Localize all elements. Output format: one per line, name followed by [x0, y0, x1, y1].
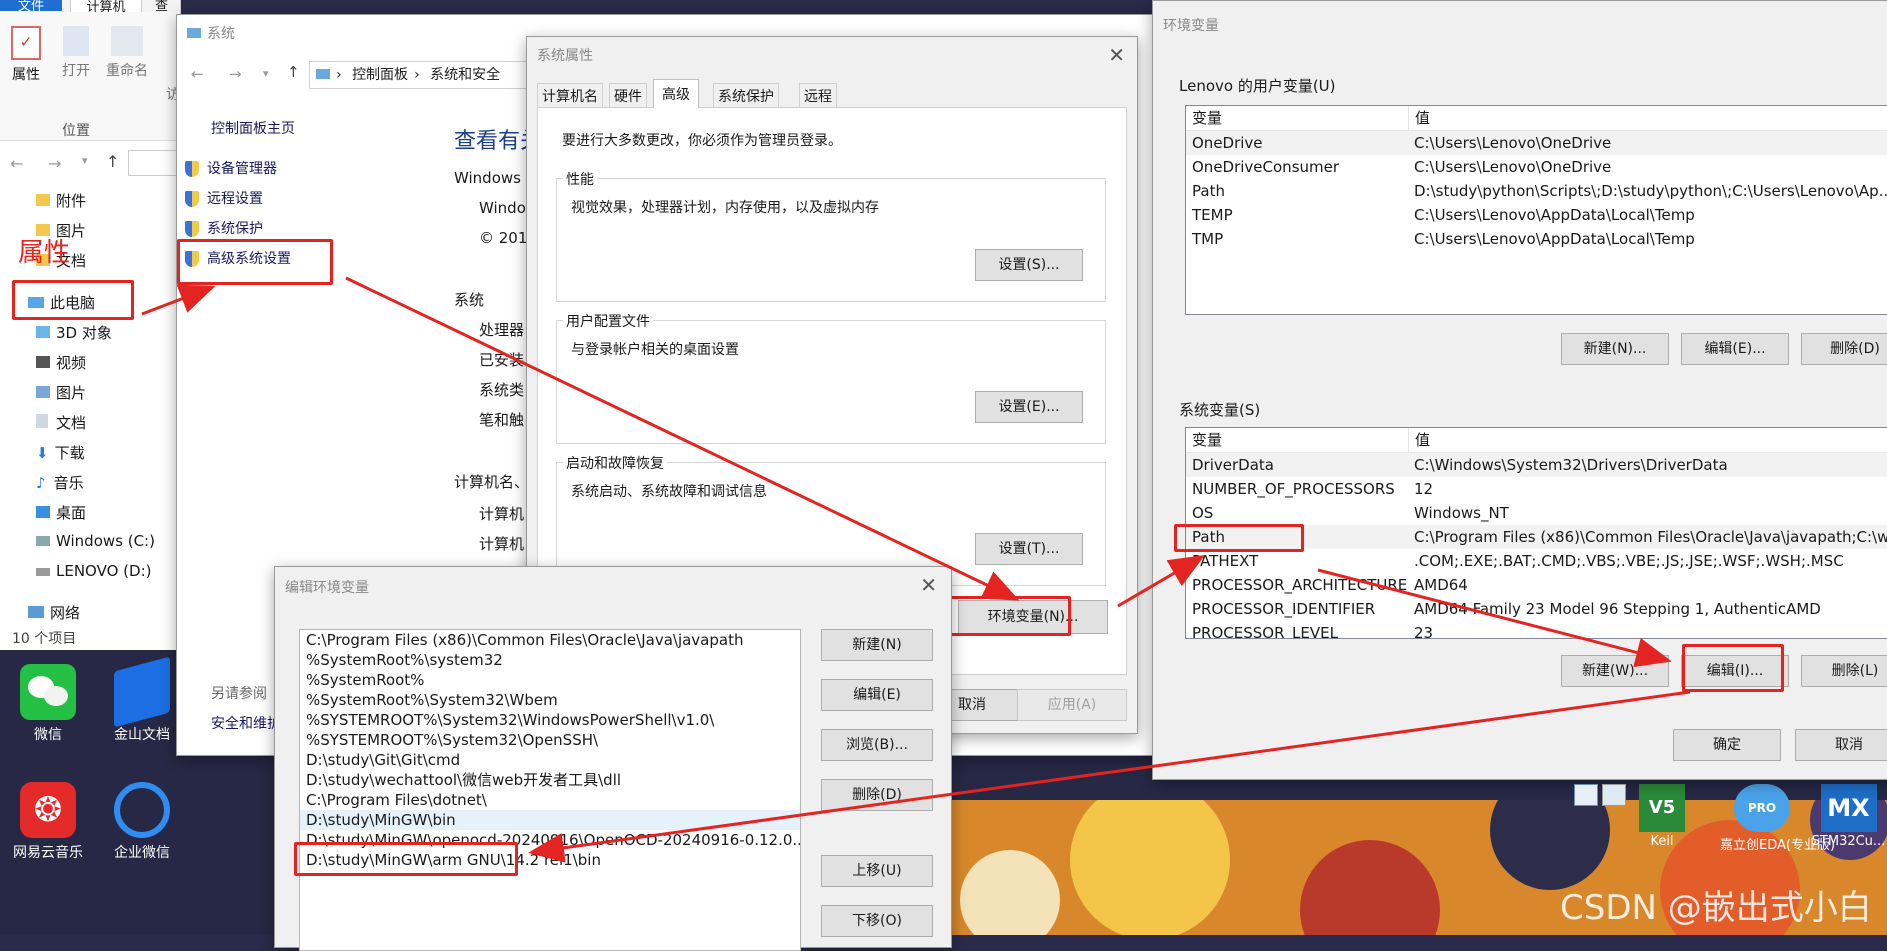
csdn-watermark: CSDN @嵌出式小白	[1560, 888, 1872, 928]
annotation-arrows	[141, 276, 1691, 863]
tab-advanced[interactable]: 高级	[653, 79, 699, 108]
